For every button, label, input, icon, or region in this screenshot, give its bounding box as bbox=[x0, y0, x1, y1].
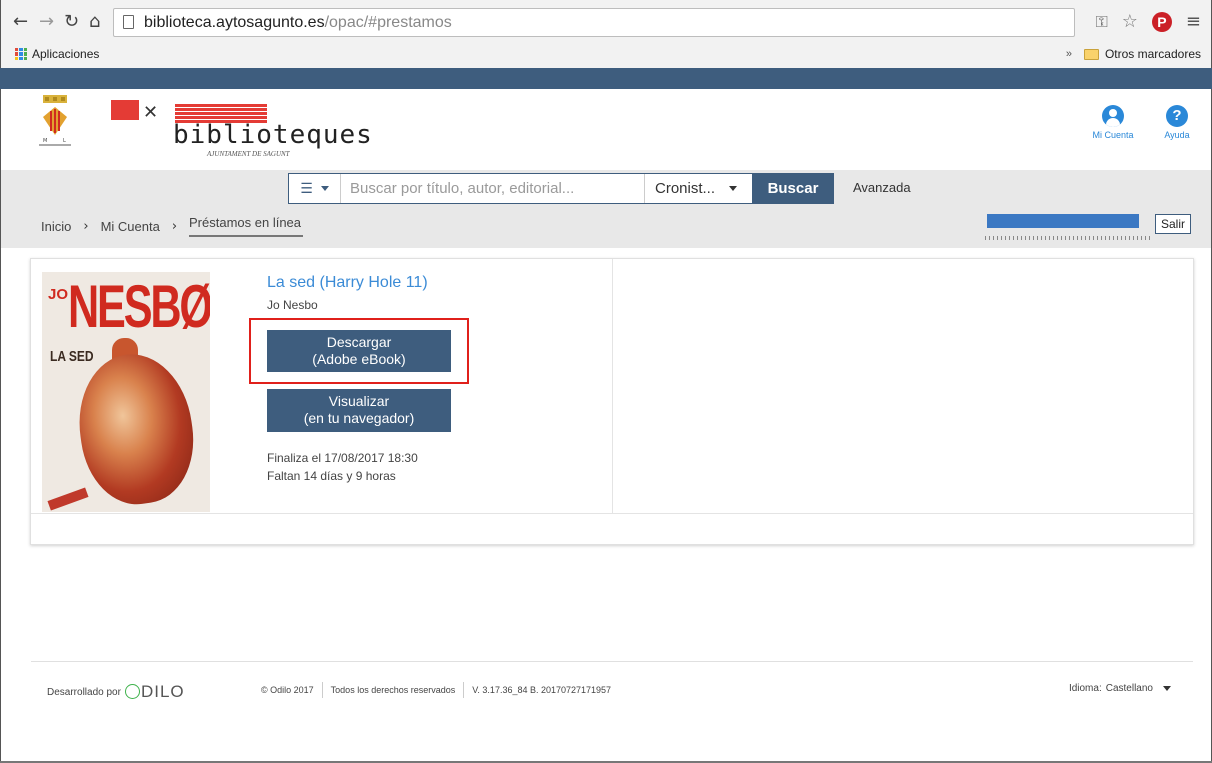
version: V. 3.17.36_84 B. 20170727171957 bbox=[472, 685, 612, 695]
breadcrumb-separator-icon: › bbox=[171, 218, 178, 234]
odilo-brand: DILO bbox=[140, 682, 185, 701]
other-bookmarks[interactable]: » Otros marcadores bbox=[1066, 47, 1201, 61]
view-in-browser-button[interactable]: Visualizar (en tu navegador) bbox=[267, 389, 451, 432]
site-logo[interactable]: ✕ biblioteques AJUNTAMENT DE SAGUNT bbox=[111, 100, 372, 158]
url-host: biblioteca.aytosagunto.es bbox=[144, 14, 325, 31]
list-icon: ☰ bbox=[300, 180, 313, 197]
apps-icon bbox=[15, 48, 27, 60]
odilo-o-icon bbox=[124, 684, 140, 699]
pinterest-icon[interactable]: P bbox=[1151, 11, 1172, 32]
breadcrumb-home[interactable]: Inicio bbox=[41, 219, 71, 234]
reload-icon[interactable]: ↻ bbox=[64, 13, 79, 31]
logo-subtitle: AJUNTAMENT DE SAGUNT bbox=[207, 150, 290, 158]
logout-button[interactable]: Salir bbox=[1155, 214, 1191, 234]
view-label: Visualizar bbox=[328, 393, 390, 409]
key-icon[interactable]: ⚿ bbox=[1096, 12, 1108, 32]
help-icon: ? bbox=[1166, 105, 1188, 127]
divider bbox=[321, 682, 323, 698]
other-bookmarks-label: Otros marcadores bbox=[1104, 47, 1201, 61]
menu-icon[interactable]: ≡ bbox=[1186, 11, 1201, 32]
forward-icon[interactable]: → bbox=[39, 13, 54, 31]
help-menu[interactable]: ? Ayuda bbox=[1157, 105, 1197, 140]
logo-word: biblioteques bbox=[173, 120, 373, 150]
user-bar-underline bbox=[985, 236, 1151, 240]
search-scope-value: Cronist... bbox=[655, 180, 716, 197]
search-button[interactable]: Buscar bbox=[752, 173, 834, 204]
main-content: JO NESBØ LA SED La sed (Harry Hole 11) J… bbox=[0, 248, 1212, 763]
due-date: Finaliza el 17/08/2017 18:30 bbox=[267, 451, 418, 465]
svg-text:L: L bbox=[63, 138, 66, 144]
chevron-down-icon bbox=[1163, 686, 1171, 691]
language-selector[interactable]: Idioma: Castellano bbox=[1069, 683, 1171, 694]
odilo-logo[interactable]: DILO bbox=[124, 682, 185, 702]
cover-author-last: NESBØ bbox=[68, 273, 210, 340]
cover-publisher-tag bbox=[47, 487, 89, 511]
home-icon[interactable]: ⌂ bbox=[89, 13, 100, 31]
search-input[interactable] bbox=[341, 174, 641, 203]
search-scope-select[interactable]: Cronist... bbox=[644, 174, 747, 203]
apps-label: Aplicaciones bbox=[32, 47, 100, 61]
language-label: Idioma: bbox=[1068, 683, 1102, 694]
apps-bookmark[interactable]: Aplicaciones bbox=[15, 47, 99, 61]
star-icon[interactable]: ☆ bbox=[1122, 11, 1138, 32]
footer: Desarrollado por DILO © Odilo 2017 Todos… bbox=[31, 661, 1193, 701]
loan-due-info: Finaliza el 17/08/2017 18:30 Faltan 14 d… bbox=[267, 449, 418, 485]
site-top-bar bbox=[0, 68, 1212, 89]
user-menu[interactable]: Mi Cuenta bbox=[1085, 105, 1141, 140]
bookmarks-bar: Aplicaciones » Otros marcadores bbox=[1, 44, 1211, 68]
divider bbox=[463, 682, 465, 698]
loan-card: JO NESBØ LA SED La sed (Harry Hole 11) J… bbox=[30, 258, 1194, 545]
crest-icon[interactable]: M L bbox=[37, 95, 73, 147]
svg-text:M: M bbox=[43, 138, 47, 144]
cover-heart bbox=[70, 346, 202, 512]
card-divider bbox=[31, 513, 1193, 514]
site-header: M L ✕ biblioteques AJUNTAMENT DE SAGUNT … bbox=[0, 89, 1212, 170]
help-label: Ayuda bbox=[1164, 130, 1190, 140]
search-type-dropdown[interactable]: ☰ bbox=[289, 174, 341, 203]
folder-icon bbox=[1083, 48, 1099, 60]
user-menu-label: Mi Cuenta bbox=[1092, 130, 1134, 140]
user-icon bbox=[1102, 105, 1124, 127]
url-text[interactable]: biblioteca.aytosagunto.es/opac/#prestamo… bbox=[144, 14, 452, 32]
browser-chrome: ← → ↻ ⌂ biblioteca.aytosagunto.es/opac/#… bbox=[0, 0, 1212, 68]
url-path: /opac/#prestamos bbox=[324, 14, 452, 31]
breadcrumb: Inicio › Mi Cuenta › Préstamos en línea bbox=[41, 215, 304, 237]
loan-item: JO NESBØ LA SED La sed (Harry Hole 11) J… bbox=[31, 259, 613, 513]
search-box: ☰ Cronist... Buscar bbox=[288, 173, 834, 204]
address-row: ← → ↻ ⌂ biblioteca.aytosagunto.es/opac/#… bbox=[1, 0, 1211, 44]
copyright: © Odilo 2017 bbox=[261, 685, 314, 695]
developer-credit: Desarrollado por DILO bbox=[47, 682, 185, 702]
breadcrumb-separator-icon: › bbox=[83, 218, 89, 234]
address-bar[interactable]: biblioteca.aytosagunto.es/opac/#prestamo… bbox=[113, 8, 1075, 37]
footer-meta: © Odilo 2017 Todos los derechos reservad… bbox=[261, 682, 611, 698]
book-author: Jo Nesbo bbox=[267, 298, 318, 312]
book-cover[interactable]: JO NESBØ LA SED bbox=[42, 272, 210, 512]
advanced-search-link[interactable]: Avanzada bbox=[853, 180, 911, 195]
rights-reserved: Todos los derechos reservados bbox=[330, 685, 456, 695]
view-mode-label: (en tu navegador) bbox=[303, 410, 415, 426]
download-label: Descargar bbox=[326, 334, 392, 350]
breadcrumb-account[interactable]: Mi Cuenta bbox=[101, 219, 160, 234]
bookmarks-overflow-icon[interactable]: » bbox=[1066, 48, 1072, 60]
download-adobe-button[interactable]: Descargar (Adobe eBook) bbox=[267, 330, 451, 372]
page-icon bbox=[123, 15, 134, 29]
search-band: ☰ Cronist... Buscar Avanzada Inicio › Mi… bbox=[0, 170, 1212, 248]
user-name-bar bbox=[987, 214, 1139, 228]
developed-by-label: Desarrollado por bbox=[47, 686, 121, 698]
chevron-down-icon bbox=[729, 186, 738, 191]
download-format-label: (Adobe eBook) bbox=[312, 351, 406, 367]
logo-mark-icon: ✕ bbox=[143, 102, 159, 123]
cover-author-first: JO bbox=[48, 286, 69, 303]
back-icon[interactable]: ← bbox=[13, 13, 28, 31]
cover-title: LA SED bbox=[50, 348, 94, 365]
book-title-link[interactable]: La sed (Harry Hole 11) bbox=[267, 274, 428, 292]
remaining-time: Faltan 14 días y 9 horas bbox=[267, 469, 396, 483]
chevron-down-icon bbox=[320, 186, 329, 191]
breadcrumb-current: Préstamos en línea bbox=[189, 215, 304, 237]
logo-red-block bbox=[111, 100, 139, 120]
language-value: Castellano bbox=[1105, 683, 1153, 694]
